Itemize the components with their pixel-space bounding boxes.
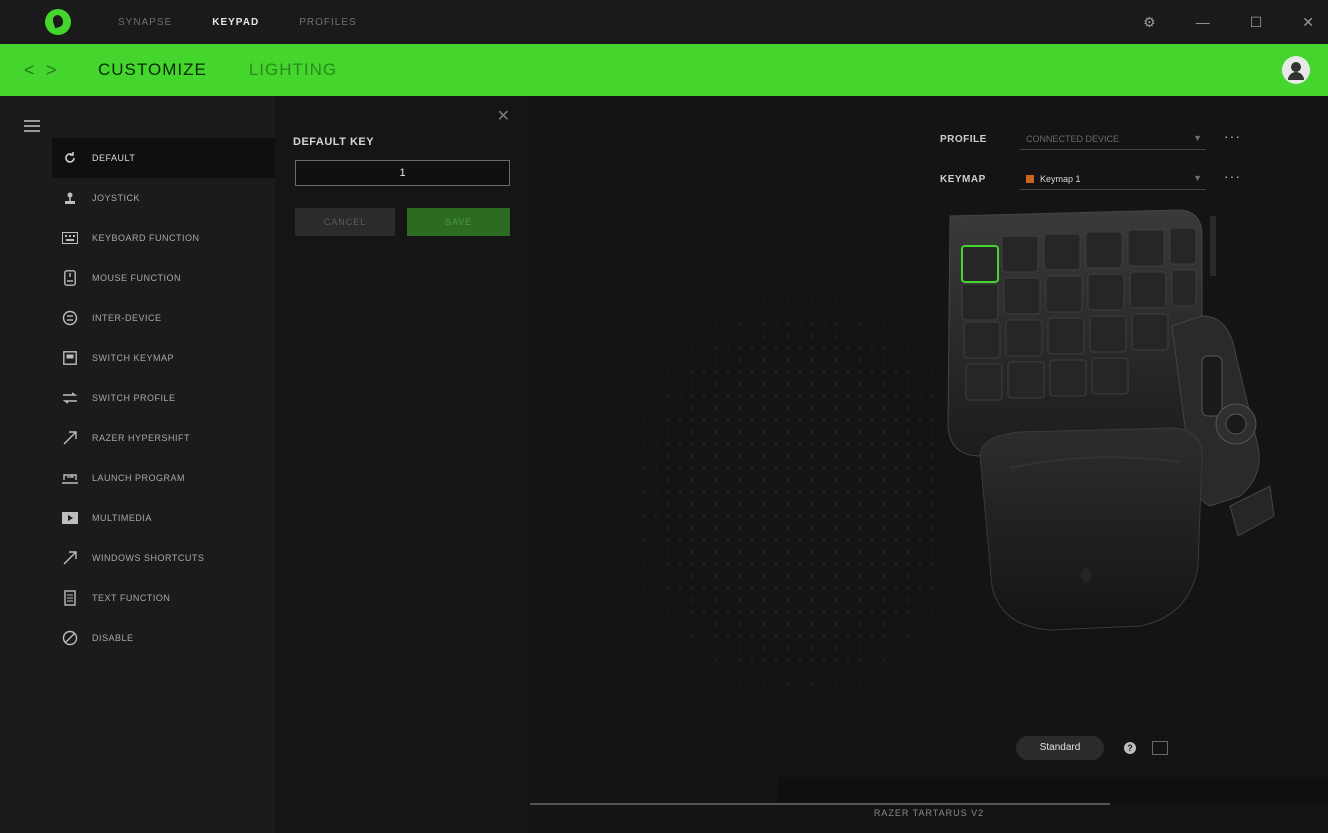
menu-label: MULTIMEDIA — [92, 513, 152, 523]
view-mode-toggle[interactable]: Standard — [1016, 736, 1104, 760]
menu-item-default[interactable]: DEFAULT — [52, 138, 275, 178]
razer-logo-icon[interactable] — [38, 2, 78, 42]
keymap-value: Keymap 1 — [1040, 173, 1081, 184]
profile-more-icon[interactable]: ··· — [1224, 128, 1241, 144]
menu-label: LAUNCH PROGRAM — [92, 473, 186, 483]
device-name: RAZER TARTARUS V2 — [873, 808, 985, 818]
profile-label: PROFILE — [940, 134, 987, 145]
switch-profile-icon — [58, 386, 82, 410]
menu-label: JOYSTICK — [92, 193, 141, 203]
tab-lighting[interactable]: LIGHTING — [249, 60, 337, 80]
menu-item-inter-device[interactable]: INTER-DEVICE — [52, 298, 275, 338]
menu-item-keyboard-function[interactable]: KEYBOARD FUNCTION — [52, 218, 275, 258]
menu-label: RAZER HYPERSHIFT — [92, 433, 191, 443]
tab-profiles[interactable]: PROFILES — [299, 17, 356, 28]
disable-icon — [58, 626, 82, 650]
menu-label: INTER-DEVICE — [92, 313, 162, 323]
profile-value: CONNECTED DEVICE — [1026, 133, 1120, 144]
chevron-down-icon: ▼ — [1193, 133, 1202, 143]
hypershift-icon — [58, 426, 82, 450]
keymap-color-swatch — [1026, 174, 1034, 183]
help-icon[interactable]: ? — [1124, 742, 1136, 754]
back-arrow-icon[interactable]: < — [24, 60, 40, 81]
maximize-icon[interactable]: ☐ — [1250, 14, 1263, 31]
menu-item-windows-shortcuts[interactable]: WINDOWS SHORTCUTS — [52, 538, 275, 578]
selected-key-highlight — [961, 245, 999, 283]
menu-item-disable[interactable]: DISABLE — [52, 618, 275, 658]
menu-label: TEXT FUNCTION — [92, 593, 171, 603]
text-function-icon — [58, 586, 82, 610]
hamburger-menu-icon[interactable] — [24, 120, 40, 132]
default-icon — [58, 146, 82, 170]
menu-item-switch-profile[interactable]: SWITCH PROFILE — [52, 378, 275, 418]
dot-pattern-background — [590, 246, 940, 746]
razer-synapse-window: SYNAPSE KEYPAD PROFILES ⚙ — ☐ ✕ < > CUST… — [0, 0, 1328, 833]
minimize-icon[interactable]: — — [1196, 14, 1210, 30]
keymap-label: KEYMAP — [940, 174, 986, 185]
status-strip — [778, 777, 1328, 805]
menu-item-launch-program[interactable]: LAUNCH PROGRAM — [52, 458, 275, 498]
menu-label: KEYBOARD FUNCTION — [92, 233, 200, 243]
tab-customize[interactable]: CUSTOMIZE — [98, 60, 207, 80]
menu-item-mouse-function[interactable]: MOUSE FUNCTION — [52, 258, 275, 298]
menu-label: SWITCH KEYMAP — [92, 353, 175, 363]
title-bar: SYNAPSE KEYPAD PROFILES ⚙ — ☐ ✕ — [0, 0, 1328, 44]
menu-label: DISABLE — [92, 633, 134, 643]
window-controls: ⚙ — ☐ ✕ — [1143, 0, 1314, 44]
tab-keypad[interactable]: KEYPAD — [212, 17, 259, 28]
menu-item-multimedia[interactable]: MULTIMEDIA — [52, 498, 275, 538]
launch-program-icon — [58, 466, 82, 490]
menu-item-razer-hypershift[interactable]: RAZER HYPERSHIFT — [52, 418, 275, 458]
device-loading-bar — [530, 803, 1110, 805]
save-button[interactable]: SAVE — [407, 208, 510, 236]
multimedia-icon — [58, 506, 82, 530]
menu-label: MOUSE FUNCTION — [92, 273, 181, 283]
settings-icon[interactable]: ⚙ — [1143, 14, 1156, 31]
default-key-field[interactable]: 1 — [295, 160, 510, 186]
menu-item-text-function[interactable]: TEXT FUNCTION — [52, 578, 275, 618]
default-key-panel: ✕ DEFAULT KEY 1 CANCEL SAVE — [275, 96, 530, 833]
menu-label: WINDOWS SHORTCUTS — [92, 553, 205, 563]
inter-device-icon — [58, 306, 82, 330]
cancel-button[interactable]: CANCEL — [295, 208, 395, 236]
menu-item-joystick[interactable]: JOYSTICK — [52, 178, 275, 218]
keymap-dropdown[interactable]: Keymap 1 ▼ — [1020, 168, 1206, 190]
default-key-title: DEFAULT KEY — [293, 136, 375, 148]
switch-keymap-icon — [58, 346, 82, 370]
user-avatar-icon[interactable] — [1282, 56, 1310, 84]
windows-shortcuts-icon — [58, 546, 82, 570]
keymap-more-icon[interactable]: ··· — [1224, 168, 1241, 184]
mouse-icon — [58, 266, 82, 290]
forward-arrow-icon[interactable]: > — [46, 60, 62, 81]
menu-label: SWITCH PROFILE — [92, 393, 176, 403]
function-menu: DEFAULT JOYSTICK KEYBOARD FUNCTION MOUSE… — [0, 96, 275, 833]
device-view: PROFILE CONNECTED DEVICE ▼ ··· KEYMAP Ke… — [530, 96, 1328, 833]
menu-item-switch-keymap[interactable]: SWITCH KEYMAP — [52, 338, 275, 378]
keypad-device-image — [947, 209, 1275, 631]
menu-label: DEFAULT — [92, 153, 136, 163]
keyboard-view-icon[interactable] — [1152, 741, 1168, 755]
close-panel-icon[interactable]: ✕ — [497, 106, 510, 126]
tab-synapse[interactable]: SYNAPSE — [118, 17, 172, 28]
profile-dropdown[interactable]: CONNECTED DEVICE ▼ — [1020, 128, 1206, 150]
close-icon[interactable]: ✕ — [1302, 14, 1314, 31]
joystick-icon — [58, 186, 82, 210]
subnav-bar: < > CUSTOMIZE LIGHTING — [0, 44, 1328, 96]
chevron-down-icon: ▼ — [1193, 173, 1202, 183]
keyboard-icon — [58, 226, 82, 250]
